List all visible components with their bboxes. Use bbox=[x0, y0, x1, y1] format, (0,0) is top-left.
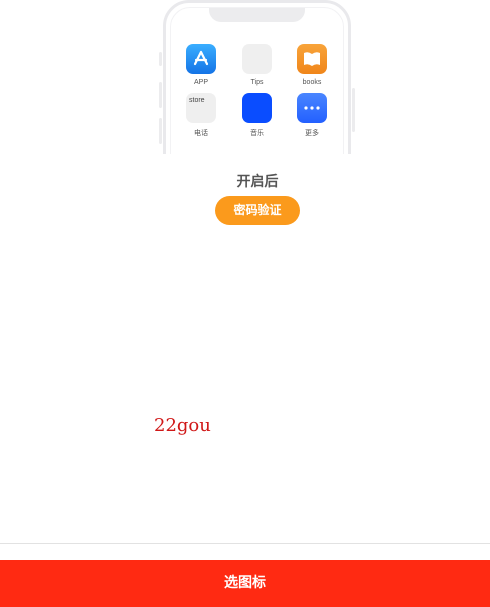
app-label: APP bbox=[193, 79, 208, 86]
phone-side-button bbox=[159, 118, 162, 144]
app-item-app-store: APP bbox=[185, 44, 217, 86]
phone-notch bbox=[209, 8, 305, 22]
blank-tile-icon: store bbox=[186, 93, 216, 123]
choose-icon-button[interactable]: 选图标 bbox=[0, 560, 490, 607]
app-label: Tips bbox=[250, 79, 264, 86]
app-store-icon bbox=[186, 44, 216, 74]
phone-side-button bbox=[159, 82, 162, 108]
app-item-more: 更多 bbox=[296, 93, 328, 138]
watermark-text: 22gou bbox=[154, 415, 211, 436]
music-tile-icon bbox=[242, 93, 272, 123]
app-label: books bbox=[302, 79, 322, 86]
tile-text: store bbox=[189, 97, 205, 104]
phone-side-button bbox=[352, 88, 355, 132]
app-item-music: 音乐 bbox=[241, 93, 273, 138]
app-label: 电话 bbox=[194, 130, 208, 137]
divider bbox=[0, 543, 490, 544]
blank-tile-icon bbox=[242, 44, 272, 74]
after-enable-title: 开启后 bbox=[236, 174, 279, 190]
books-icon bbox=[297, 44, 327, 74]
app-item-books: books bbox=[296, 44, 328, 86]
page: APP Tips books store 电话 音乐 更多 开启后 密码验证 2… bbox=[0, 0, 490, 607]
phone-side-button bbox=[159, 52, 162, 66]
app-label: 更多 bbox=[305, 130, 319, 137]
app-item-tips: Tips bbox=[241, 44, 273, 86]
app-label: 音乐 bbox=[250, 130, 264, 137]
app-item-phone: store 电话 bbox=[185, 93, 217, 138]
phone-preview: APP Tips books store 电话 音乐 更多 bbox=[163, 0, 351, 154]
more-icon bbox=[297, 93, 327, 123]
password-verify-button[interactable]: 密码验证 bbox=[215, 196, 300, 225]
